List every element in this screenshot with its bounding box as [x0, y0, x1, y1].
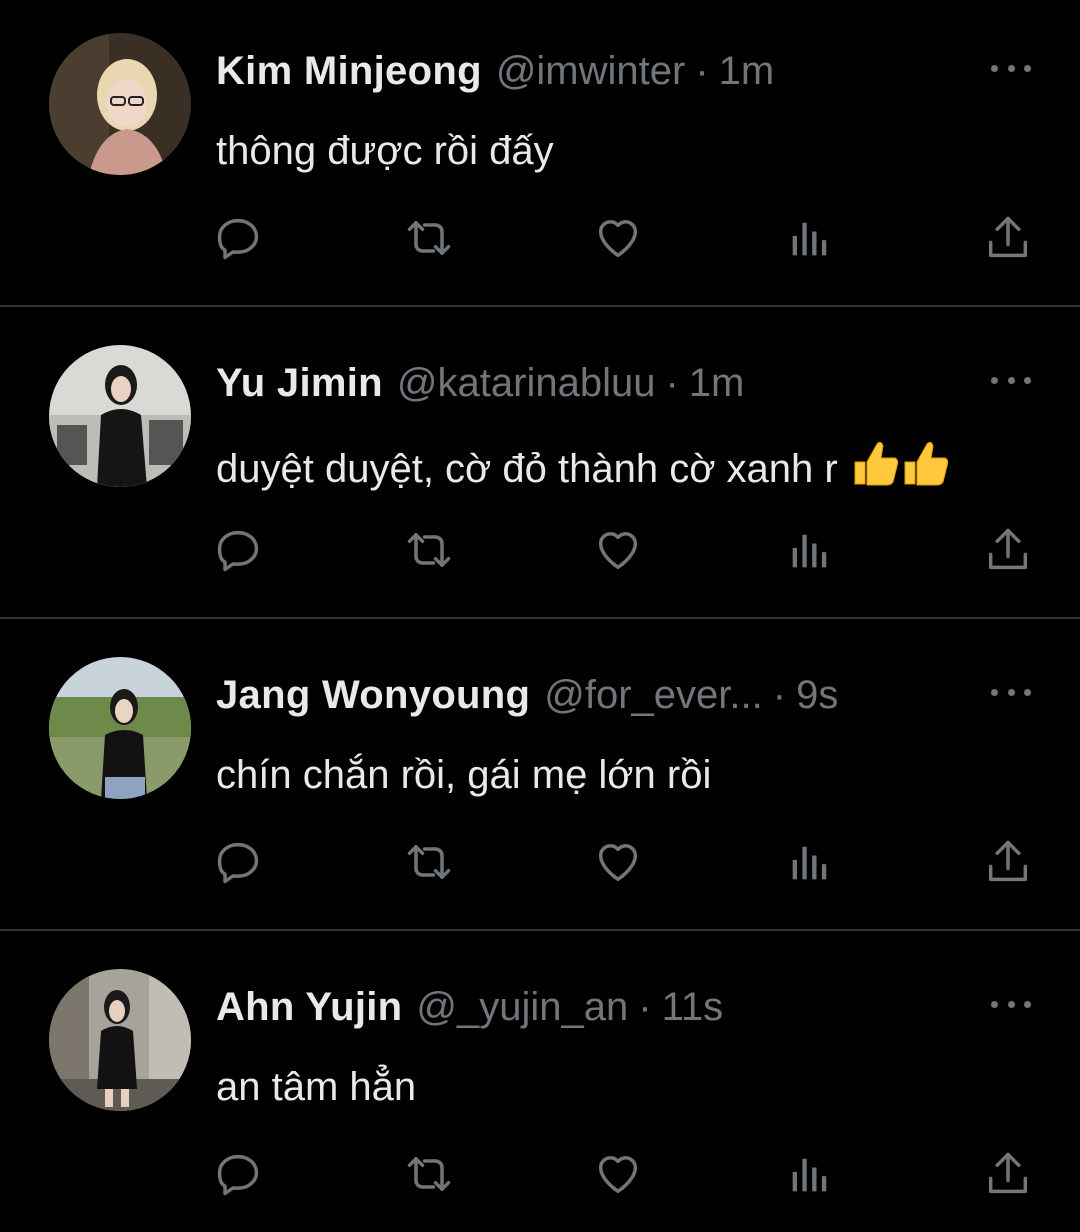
tweet-text: thông được rồi đấy: [216, 126, 554, 176]
retweet-icon[interactable]: [399, 208, 459, 268]
action-bar: [0, 1144, 1080, 1204]
more-options-icon[interactable]: [991, 370, 1031, 390]
tweet[interactable]: Kim Minjeong @imwinter · 1m thông được r…: [0, 0, 1080, 312]
reply-icon[interactable]: [208, 520, 268, 580]
separator: ·: [638, 985, 652, 1029]
action-bar: [0, 832, 1080, 892]
avatar-photo: [49, 345, 191, 487]
like-icon[interactable]: [588, 208, 648, 268]
divider: [0, 305, 1080, 307]
tweet-header: Jang Wonyoung @for_ever... · 9s: [216, 670, 838, 720]
display-name[interactable]: Yu Jimin: [216, 358, 383, 408]
separator: ·: [695, 49, 709, 93]
tweet-text: duyệt duyệt, cờ đỏ thành cờ xanh r: [216, 438, 951, 494]
separator: ·: [772, 673, 787, 717]
tweet-text-content: chín chắn rồi, gái mẹ lớn rồi: [216, 753, 712, 797]
display-name[interactable]: Ahn Yujin: [216, 982, 402, 1032]
tweet[interactable]: Ahn Yujin @_yujin_an · 11s an tâm hẳn: [0, 936, 1080, 1232]
more-options-icon[interactable]: [991, 994, 1031, 1014]
share-icon[interactable]: [978, 208, 1038, 268]
views-icon[interactable]: [780, 832, 840, 892]
separator: ·: [665, 361, 679, 405]
reply-icon[interactable]: [208, 1144, 268, 1204]
timestamp[interactable]: 1m: [689, 358, 745, 408]
retweet-icon[interactable]: [399, 520, 459, 580]
tweet-feed: Kim Minjeong @imwinter · 1m thông được r…: [0, 0, 1080, 1232]
avatar[interactable]: [49, 657, 191, 799]
display-name[interactable]: Jang Wonyoung: [216, 670, 530, 720]
thumbs-up-icon: [854, 441, 948, 486]
display-name[interactable]: Kim Minjeong: [216, 46, 482, 96]
share-icon[interactable]: [978, 832, 1038, 892]
avatar[interactable]: [49, 33, 191, 175]
like-icon[interactable]: [588, 832, 648, 892]
like-icon[interactable]: [588, 1144, 648, 1204]
share-icon[interactable]: [978, 520, 1038, 580]
timestamp[interactable]: 1m: [719, 46, 775, 96]
reply-icon[interactable]: [208, 832, 268, 892]
user-handle[interactable]: @imwinter: [496, 46, 686, 96]
avatar-photo: [49, 969, 191, 1111]
tweet-text-content: duyệt duyệt, cờ đỏ thành cờ xanh r: [216, 447, 838, 491]
views-icon[interactable]: [780, 1144, 840, 1204]
tweet[interactable]: Yu Jimin @katarinabluu · 1m duyệt duyệt,…: [0, 312, 1080, 624]
views-icon[interactable]: [780, 520, 840, 580]
more-options-icon[interactable]: [991, 682, 1031, 702]
user-handle[interactable]: @_yujin_an: [416, 982, 628, 1032]
reply-icon[interactable]: [208, 208, 268, 268]
tweet-header: Ahn Yujin @_yujin_an · 11s: [216, 982, 723, 1032]
tweet-header: Kim Minjeong @imwinter · 1m: [216, 46, 774, 96]
timestamp[interactable]: 11s: [662, 982, 724, 1032]
avatar[interactable]: [49, 969, 191, 1111]
avatar[interactable]: [49, 345, 191, 487]
user-handle[interactable]: @katarinabluu: [397, 358, 656, 408]
tweet-text: chín chắn rồi, gái mẹ lớn rồi: [216, 750, 711, 800]
avatar-photo: [49, 657, 191, 799]
tweet[interactable]: Jang Wonyoung @for_ever... · 9s chín chắ…: [0, 624, 1080, 936]
tweet-text-content: an tâm hẳn: [216, 1065, 417, 1109]
retweet-icon[interactable]: [399, 1144, 459, 1204]
action-bar: [0, 208, 1080, 268]
more-options-icon[interactable]: [991, 58, 1031, 78]
divider: [0, 617, 1080, 619]
tweet-header: Yu Jimin @katarinabluu · 1m: [216, 358, 744, 408]
tweet-text-content: thông được rồi đấy: [216, 129, 554, 173]
user-handle[interactable]: @for_ever...: [544, 670, 762, 720]
retweet-icon[interactable]: [399, 832, 459, 892]
views-icon[interactable]: [780, 208, 840, 268]
share-icon[interactable]: [978, 1144, 1038, 1204]
timestamp[interactable]: 9s: [796, 670, 838, 720]
divider: [0, 929, 1080, 931]
tweet-text: an tâm hẳn: [216, 1062, 416, 1112]
avatar-photo: [49, 33, 191, 175]
action-bar: [0, 520, 1080, 580]
like-icon[interactable]: [588, 520, 648, 580]
